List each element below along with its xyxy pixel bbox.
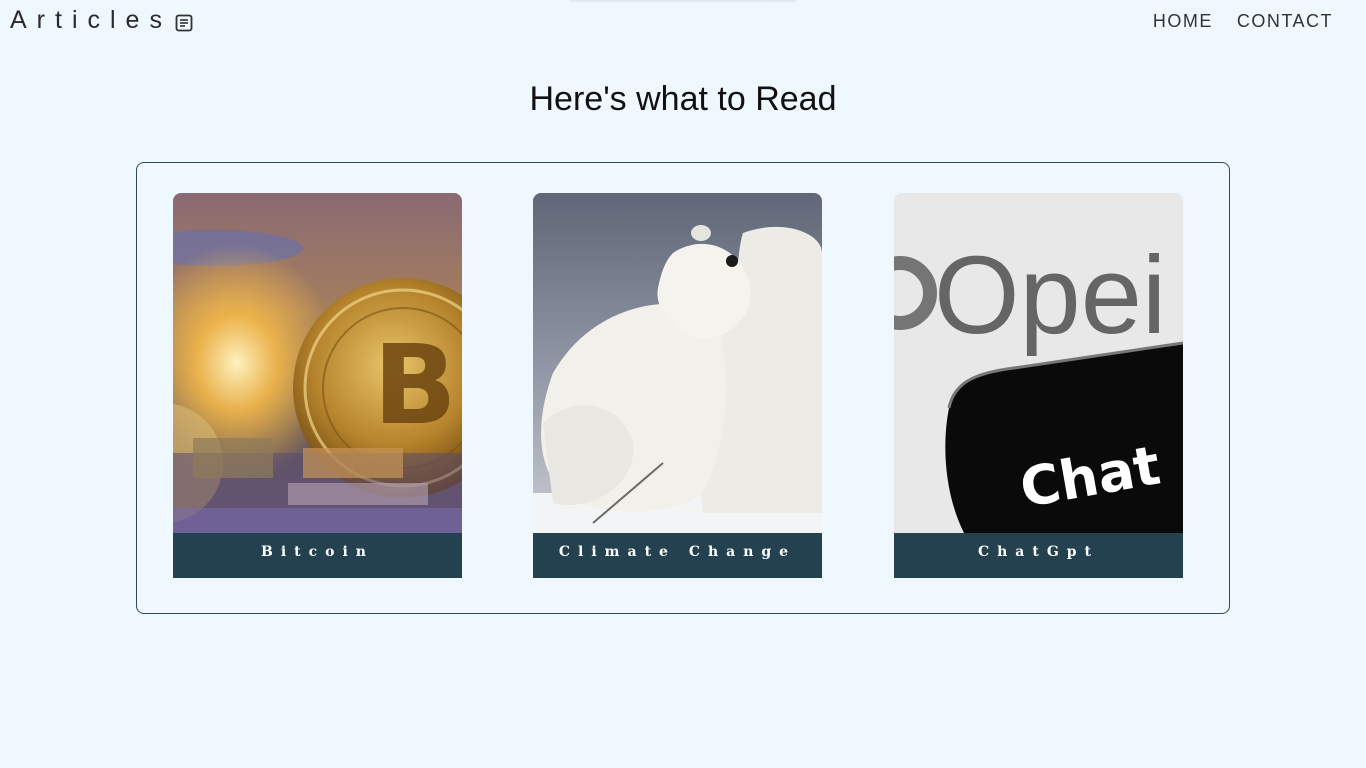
header-shadow: [570, 0, 796, 3]
article-card-bitcoin[interactable]: B Bitcoin: [173, 193, 462, 578]
nav-contact-link[interactable]: CONTACT: [1237, 11, 1333, 32]
card-caption[interactable]: Climate Change: [533, 533, 822, 578]
site-brand[interactable]: Articles: [10, 6, 194, 35]
card-caption[interactable]: Bitcoin: [173, 533, 462, 578]
card-caption[interactable]: ChatGpt: [894, 533, 1183, 578]
article-card-chatgpt[interactable]: Opei Chat ChatGpt: [894, 193, 1183, 578]
article-card-climate-change[interactable]: Climate Change: [533, 193, 822, 578]
svg-text:Opei: Opei: [934, 234, 1166, 357]
bitcoin-coin-image[interactable]: B: [173, 193, 462, 533]
nav-home-link[interactable]: HOME: [1153, 11, 1213, 32]
svg-text:B: B: [373, 321, 457, 449]
polar-bears-image[interactable]: [533, 193, 822, 533]
articles-panel: B Bitcoin Climate Change Opei Chat ChatG…: [136, 162, 1230, 614]
chatgpt-phone-image[interactable]: Opei Chat: [894, 193, 1183, 533]
article-icon: [174, 11, 194, 31]
brand-title: Articles: [10, 6, 172, 34]
main-nav: HOME CONTACT: [1153, 11, 1333, 32]
page-title: Here's what to Read: [529, 80, 837, 118]
top-navbar: Articles HOME CONTACT: [0, 0, 1366, 44]
